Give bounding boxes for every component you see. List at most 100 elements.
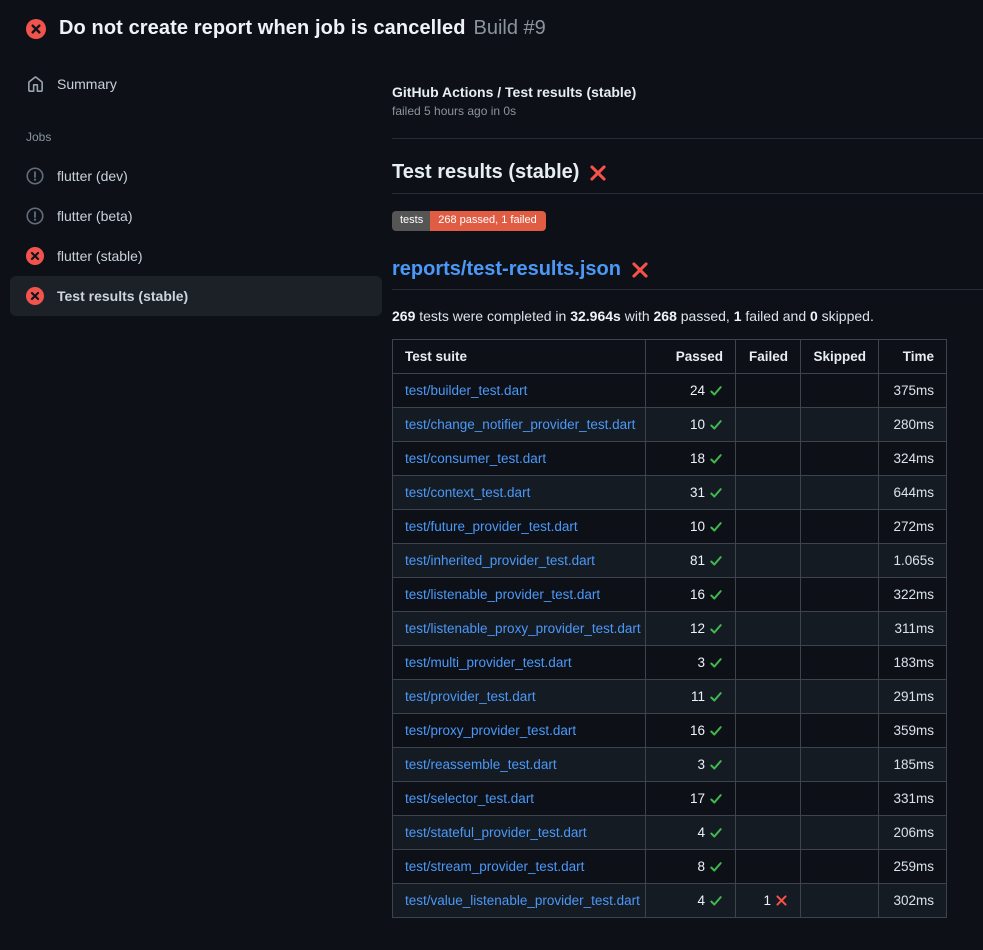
sidebar-item-flutter-beta[interactable]: flutter (beta) <box>10 196 382 236</box>
duration: 32.964s <box>570 308 621 324</box>
skipped-cell <box>801 442 879 476</box>
table-row: test/stateful_provider_test.dart4206ms <box>393 816 947 850</box>
test-suite-cell: test/stream_provider_test.dart <box>393 850 646 884</box>
results-table-body: test/builder_test.dart24375mstest/change… <box>393 374 947 918</box>
test-suite-cell: test/provider_test.dart <box>393 680 646 714</box>
table-row: test/context_test.dart 31 644ms <box>393 476 947 510</box>
check-icon <box>709 758 723 772</box>
passed-cell: 10 <box>646 510 736 544</box>
table-row: test/selector_test.dart17331ms <box>393 782 947 816</box>
skipped-count: 0 <box>810 308 818 324</box>
test-suite-cell: test/consumer_test.dart <box>393 442 646 476</box>
test-suite-link[interactable]: test/proxy_provider_test.dart <box>405 723 576 738</box>
time-cell: 272ms <box>879 510 947 544</box>
test-suite-link[interactable]: test/stateful_provider_test.dart <box>405 825 587 840</box>
test-suite-link[interactable]: test/listenable_proxy_provider_test.dart <box>405 621 641 636</box>
test-suite-cell: test/proxy_provider_test.dart <box>393 714 646 748</box>
table-row: test/proxy_provider_test.dart16359ms <box>393 714 947 748</box>
test-suite-link[interactable]: test/future_provider_test.dart <box>405 519 578 534</box>
col-header-test-suite: Test suite <box>393 340 646 374</box>
passed-cell: 17 <box>646 782 736 816</box>
time-cell: 324ms <box>879 442 947 476</box>
tests-badge-label: tests <box>392 211 430 231</box>
failed-count: 1 <box>734 308 742 324</box>
test-suite-link[interactable]: test/multi_provider_test.dart <box>405 655 572 670</box>
check-icon <box>709 588 723 602</box>
report-file-link[interactable]: reports/test-results.json <box>392 258 621 281</box>
test-suite-link[interactable]: test/context_test.dart <box>405 485 530 500</box>
col-header-failed: Failed <box>736 340 801 374</box>
sidebar-item-summary[interactable]: Summary <box>10 64 382 104</box>
test-suite-link[interactable]: test/selector_test.dart <box>405 791 534 806</box>
check-icon <box>709 860 723 874</box>
test-suite-cell: test/listenable_proxy_provider_test.dart <box>393 612 646 646</box>
page-title: Do not create report when job is cancell… <box>59 17 466 40</box>
passed-cell: 4 <box>646 884 736 918</box>
sidebar-item-test-results-stable[interactable]: Test results (stable) <box>10 276 382 316</box>
test-suite-link[interactable]: test/builder_test.dart <box>405 383 527 398</box>
time-cell: 302ms <box>879 884 947 918</box>
test-suite-link[interactable]: test/provider_test.dart <box>405 689 536 704</box>
test-suite-link[interactable]: test/value_listenable_provider_test.dart <box>405 893 640 908</box>
skipped-cell <box>801 544 879 578</box>
time-cell: 206ms <box>879 816 947 850</box>
passed-count: 268 <box>654 308 677 324</box>
test-suite-link[interactable]: test/inherited_provider_test.dart <box>405 553 595 568</box>
failed-cell <box>736 544 801 578</box>
summary-line: 269 tests were completed in 32.964s with… <box>392 308 983 324</box>
skipped-cell <box>801 884 879 918</box>
test-suite-cell: test/selector_test.dart <box>393 782 646 816</box>
sidebar: Summary Jobs flutter (dev) flut <box>0 48 392 316</box>
failed-cell: 1 <box>736 884 801 918</box>
table-row: test/provider_test.dart 11 291ms <box>393 680 947 714</box>
table-row: test/listenable_provider_test.dart16322m… <box>393 578 947 612</box>
jobs-section-label: Jobs <box>10 130 382 144</box>
check-run-title-text: Test results (stable) <box>392 161 579 184</box>
table-row: test/future_provider_test.dart 10 272ms <box>393 510 947 544</box>
test-suite-cell: test/value_listenable_provider_test.dart <box>393 884 646 918</box>
time-cell: 644ms <box>879 476 947 510</box>
neutral-circle-icon <box>26 167 44 185</box>
skipped-cell <box>801 680 879 714</box>
tests-badge: tests 268 passed, 1 failed <box>392 211 546 231</box>
test-suite-link[interactable]: test/stream_provider_test.dart <box>405 859 584 874</box>
test-suite-cell: test/future_provider_test.dart <box>393 510 646 544</box>
sidebar-item-flutter-stable[interactable]: flutter (stable) <box>10 236 382 276</box>
test-suite-cell: test/builder_test.dart <box>393 374 646 408</box>
failed-cell <box>736 510 801 544</box>
check-icon <box>709 826 723 840</box>
passed-cell: 11 <box>646 680 736 714</box>
failed-cell <box>736 850 801 884</box>
sidebar-item-flutter-dev[interactable]: flutter (dev) <box>10 156 382 196</box>
failed-x-icon <box>589 164 607 182</box>
passed-cell: 31 <box>646 476 736 510</box>
test-suite-link[interactable]: test/reassemble_test.dart <box>405 757 557 772</box>
test-suite-link[interactable]: test/listenable_provider_test.dart <box>405 587 600 602</box>
table-row: test/value_listenable_provider_test.dart… <box>393 884 947 918</box>
test-suite-link[interactable]: test/consumer_test.dart <box>405 451 546 466</box>
time-cell: 185ms <box>879 748 947 782</box>
failed-cell <box>736 612 801 646</box>
test-suite-cell: test/multi_provider_test.dart <box>393 646 646 680</box>
passed-cell: 18 <box>646 442 736 476</box>
workflow-title: GitHub Actions / Test results (stable) <box>392 84 983 100</box>
skipped-cell <box>801 850 879 884</box>
check-icon <box>709 690 723 704</box>
table-row: test/change_notifier_provider_test.dart1… <box>393 408 947 442</box>
sidebar-item-label: Summary <box>57 76 117 92</box>
test-suite-link[interactable]: test/change_notifier_provider_test.dart <box>405 417 635 432</box>
sidebar-item-label: flutter (beta) <box>57 208 132 224</box>
test-suite-cell: test/change_notifier_provider_test.dart <box>393 408 646 442</box>
skipped-cell <box>801 374 879 408</box>
time-cell: 1.065s <box>879 544 947 578</box>
time-cell: 291ms <box>879 680 947 714</box>
table-row: test/multi_provider_test.dart3183ms <box>393 646 947 680</box>
check-icon <box>709 452 723 466</box>
skipped-cell <box>801 578 879 612</box>
skipped-cell <box>801 646 879 680</box>
col-header-skipped: Skipped <box>801 340 879 374</box>
failed-cell <box>736 680 801 714</box>
failed-cell <box>736 816 801 850</box>
check-icon <box>709 418 723 432</box>
passed-cell: 12 <box>646 612 736 646</box>
